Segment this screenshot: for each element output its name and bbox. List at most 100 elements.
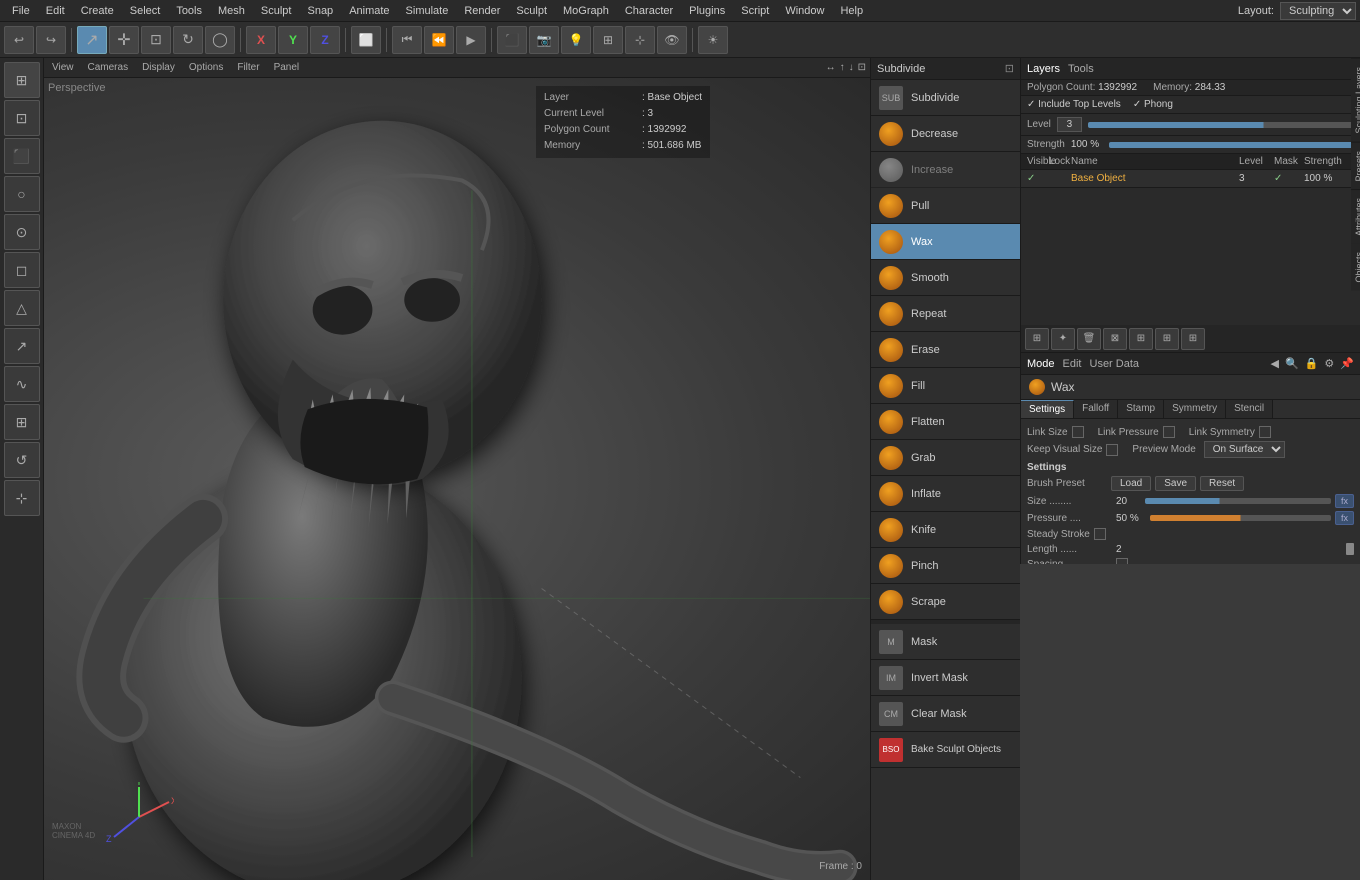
size-fx-button[interactable]: fx	[1335, 494, 1354, 508]
x-axis-button[interactable]: X	[246, 26, 276, 54]
tool-smooth[interactable]: Smooth	[871, 260, 1020, 296]
timeline-start-button[interactable]: ⏮	[392, 26, 422, 54]
tool-fill[interactable]: Fill	[871, 368, 1020, 404]
attr-back-btn[interactable]: ◀	[1271, 357, 1279, 370]
coord-button[interactable]: ⊹	[625, 26, 655, 54]
attr-btn-7[interactable]: ⊞	[1181, 328, 1205, 350]
attr-search-icon[interactable]: 🔍	[1285, 357, 1299, 370]
viewport-icon-up[interactable]: ↑	[840, 62, 845, 73]
tool-bake[interactable]: BSO Bake Sculpt Objects	[871, 732, 1020, 768]
left-tool-arrow[interactable]: ↗	[4, 328, 40, 364]
light-button[interactable]: 💡	[561, 26, 591, 54]
tool-wax[interactable]: Wax	[871, 224, 1020, 260]
attr-menu-mode[interactable]: Mode	[1027, 358, 1055, 370]
select-tool-button[interactable]: ↗	[77, 26, 107, 54]
menu-tools[interactable]: Tools	[168, 3, 210, 19]
menu-help[interactable]: Help	[832, 3, 871, 19]
menu-file[interactable]: File	[4, 3, 38, 19]
load-button[interactable]: Load	[1111, 476, 1151, 491]
reset-button[interactable]: Reset	[1200, 476, 1244, 491]
left-tool-sphere[interactable]: ○	[4, 176, 40, 212]
attr-btn-3[interactable]: 🗑	[1077, 328, 1101, 350]
pressure-slider[interactable]	[1150, 515, 1331, 521]
left-tool-cylinder[interactable]: ⊙	[4, 214, 40, 250]
viewport-menu-display[interactable]: Display	[138, 62, 179, 73]
hud-button[interactable]: ☀	[698, 26, 728, 54]
level-slider[interactable]	[1088, 122, 1354, 128]
menu-mesh[interactable]: Mesh	[210, 3, 253, 19]
pressure-fx-button[interactable]: fx	[1335, 511, 1354, 525]
menu-script[interactable]: Script	[733, 3, 777, 19]
viewport-icon-move[interactable]: ↔	[826, 62, 836, 73]
tab-stamp[interactable]: Stamp	[1118, 400, 1164, 418]
attr-btn-4[interactable]: ⊠	[1103, 328, 1127, 350]
timeline-play-button[interactable]: ▶	[456, 26, 486, 54]
tool-grab[interactable]: Grab	[871, 440, 1020, 476]
menu-sculpt2[interactable]: Sculpt	[508, 3, 555, 19]
viewport-icon-down[interactable]: ↓	[849, 62, 854, 73]
y-axis-button[interactable]: Y	[278, 26, 308, 54]
left-tool-curve[interactable]: ∿	[4, 366, 40, 402]
tab-symmetry[interactable]: Symmetry	[1164, 400, 1226, 418]
left-tool-1[interactable]: ⊞	[4, 62, 40, 98]
left-tool-dots2[interactable]: ⊹	[4, 480, 40, 516]
menu-character[interactable]: Character	[617, 3, 681, 19]
left-tool-cube[interactable]: ⬛	[4, 138, 40, 174]
left-tool-grid[interactable]: ⊞	[4, 404, 40, 440]
tab-stencil[interactable]: Stencil	[1226, 400, 1273, 418]
attr-settings-icon[interactable]: ⚙	[1324, 357, 1334, 370]
attr-lock-icon[interactable]: 🔒	[1305, 357, 1319, 370]
viewport-menu-view[interactable]: View	[48, 62, 78, 73]
size-slider[interactable]	[1145, 498, 1331, 504]
save-button[interactable]: Save	[1155, 476, 1196, 491]
keep-visual-checkbox[interactable]	[1106, 444, 1118, 456]
layers-tab-tools[interactable]: Tools	[1068, 63, 1094, 75]
stereo-button[interactable]: 👁	[657, 26, 687, 54]
move-tool-button[interactable]: ✛	[109, 26, 139, 54]
tool-erase[interactable]: Erase	[871, 332, 1020, 368]
viewport-menu-cameras[interactable]: Cameras	[84, 62, 133, 73]
sculpting-layers-vtab[interactable]: Sculpting Layers	[1351, 58, 1360, 142]
viewport-menu-options[interactable]: Options	[185, 62, 227, 73]
camera-button[interactable]: 📷	[529, 26, 559, 54]
scale-tool-button[interactable]: ⊡	[141, 26, 171, 54]
menu-snap[interactable]: Snap	[299, 3, 341, 19]
attr-pin-icon[interactable]: 📌	[1340, 357, 1354, 370]
tool-subdivide[interactable]: SUB Subdivide	[871, 80, 1020, 116]
layout-dropdown[interactable]: Sculpting	[1280, 2, 1356, 20]
menu-animate[interactable]: Animate	[341, 3, 397, 19]
link-pressure-checkbox[interactable]	[1163, 426, 1175, 438]
menu-mograph[interactable]: MoGraph	[555, 3, 617, 19]
tool-scrape[interactable]: Scrape	[871, 584, 1020, 620]
tool-knife[interactable]: Knife	[871, 512, 1020, 548]
menu-create[interactable]: Create	[73, 3, 122, 19]
tool-inflate[interactable]: Inflate	[871, 476, 1020, 512]
tool-invert-mask[interactable]: IM Invert Mask	[871, 660, 1020, 696]
presets-vtab[interactable]: Presets	[1351, 142, 1360, 190]
tool-increase[interactable]: Increase	[871, 152, 1020, 188]
menu-sculpt[interactable]: Sculpt	[253, 3, 300, 19]
timeline-prev-button[interactable]: ⏪	[424, 26, 454, 54]
steady-stroke-checkbox[interactable]	[1094, 528, 1106, 540]
z-axis-button[interactable]: Z	[310, 26, 340, 54]
tab-falloff[interactable]: Falloff	[1074, 400, 1118, 418]
tool-mask[interactable]: M Mask	[871, 624, 1020, 660]
left-tool-rotate[interactable]: ↺	[4, 442, 40, 478]
tool-flatten[interactable]: Flatten	[871, 404, 1020, 440]
menu-render[interactable]: Render	[456, 3, 508, 19]
left-tool-box[interactable]: ◻	[4, 252, 40, 288]
strength-slider[interactable]	[1109, 142, 1354, 148]
display-mode-button[interactable]: ⬛	[497, 26, 527, 54]
attr-menu-edit[interactable]: Edit	[1063, 358, 1082, 370]
link-size-checkbox[interactable]	[1072, 426, 1084, 438]
link-symmetry-checkbox[interactable]	[1259, 426, 1271, 438]
left-tool-dots[interactable]: ⊡	[4, 100, 40, 136]
menu-simulate[interactable]: Simulate	[398, 3, 457, 19]
layer-table-row[interactable]: ✓ Base Object 3 ✓ 100 %	[1021, 170, 1360, 188]
grid-button[interactable]: ⊞	[593, 26, 623, 54]
viewport[interactable]: Perspective Layer: Base Object Current L…	[44, 78, 870, 880]
left-tool-triangle[interactable]: △	[4, 290, 40, 326]
viewport-icon-maximize[interactable]: ⊡	[858, 62, 866, 73]
undo-button[interactable]: ↩	[4, 26, 34, 54]
viewport-menu-panel[interactable]: Panel	[270, 62, 304, 73]
